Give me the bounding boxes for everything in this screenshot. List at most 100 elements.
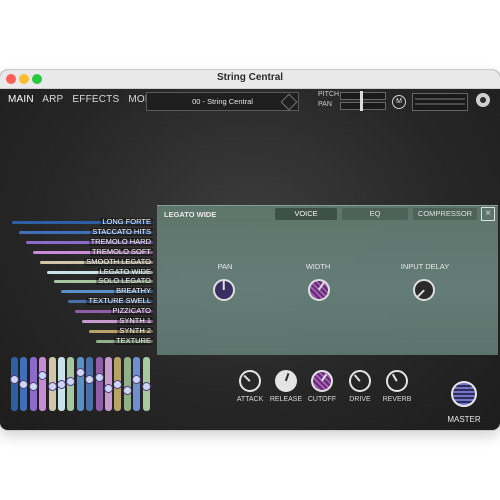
articulation-label: SYNTH 1: [117, 316, 153, 325]
articulation-item[interactable]: SYNTH 1: [82, 317, 153, 325]
reverb-knob[interactable]: [386, 370, 408, 392]
tab-effects[interactable]: EFFECTS: [72, 94, 119, 105]
articulation-fader[interactable]: [104, 357, 113, 411]
articulation-fader[interactable]: [94, 357, 104, 411]
attack-label: ATTACK: [236, 396, 264, 403]
fader-thumb[interactable]: [122, 386, 132, 395]
meter-bar-right: [415, 103, 465, 105]
articulation-fader[interactable]: [38, 357, 48, 411]
fader-thumb[interactable]: [19, 380, 29, 389]
output-meter: [412, 93, 468, 111]
tab-arp[interactable]: ARP: [42, 94, 63, 105]
reverb-knob-indicator: [392, 373, 398, 382]
close-icon[interactable]: ×: [481, 207, 495, 221]
preset-nav-icon[interactable]: [280, 93, 298, 111]
fader-thumb[interactable]: [132, 375, 142, 384]
articulation-item[interactable]: SMOOTH LEGATO: [40, 257, 153, 266]
articulation-fader[interactable]: [57, 357, 66, 411]
drive-knob[interactable]: [349, 370, 371, 392]
articulation-item[interactable]: LEGATO WIDE: [47, 266, 153, 276]
articulation-label: STACCATO HITS: [90, 226, 153, 236]
articulation-fader[interactable]: [28, 357, 38, 411]
articulation-fader[interactable]: [132, 357, 142, 411]
fader-thumb[interactable]: [38, 371, 48, 380]
app-window: String Central MAIN ARP EFFECTS MOD 00 -…: [0, 70, 500, 430]
pan-slider-thumb[interactable]: [360, 101, 363, 111]
fader-thumb[interactable]: [75, 368, 85, 377]
articulation-label: TREMOLO HARD: [88, 236, 153, 246]
articulation-fader[interactable]: [19, 357, 29, 411]
articulation-label: TEXTURE: [113, 335, 153, 345]
release-label: RELEASE: [269, 396, 303, 403]
pitch-label: PITCH: [318, 91, 339, 98]
attack-knob-indicator: [243, 374, 251, 382]
tab-eq[interactable]: EQ: [342, 208, 408, 220]
articulation-item[interactable]: STACCATO HITS: [19, 226, 153, 236]
articulation-item[interactable]: TREMOLO SOFT: [33, 246, 153, 256]
articulation-label: SOLO LEGATO: [96, 276, 153, 286]
fader-thumb[interactable]: [141, 382, 151, 391]
width-knob-label: WIDTH: [305, 262, 331, 271]
articulation-label: BREATHY: [114, 286, 153, 296]
articulation-fader[interactable]: [141, 357, 151, 411]
articulation-label: LONG FORTE: [100, 217, 153, 226]
input-delay-knob-label: INPUT DELAY: [400, 262, 450, 271]
tab-compressor[interactable]: COMPRESSOR: [413, 208, 477, 220]
articulation-item[interactable]: PIZZICATO: [75, 306, 153, 316]
fader-thumb[interactable]: [66, 377, 76, 386]
panel-title: LEGATO WIDE: [164, 210, 217, 219]
fader-thumb[interactable]: [28, 382, 38, 391]
release-knob-indicator: [285, 373, 290, 382]
pan-knob-indicator: [223, 281, 225, 290]
release-knob[interactable]: [275, 370, 297, 392]
pan-knob[interactable]: [213, 279, 235, 301]
articulation-fader[interactable]: [122, 357, 132, 411]
reverb-label: REVERB: [382, 396, 412, 403]
window-title: String Central: [216, 72, 284, 83]
fader-thumb[interactable]: [113, 380, 123, 389]
articulation-fader[interactable]: [113, 357, 123, 411]
articulation-item[interactable]: TREMOLO HARD: [26, 236, 153, 246]
preset-selector[interactable]: 00 - String Central: [146, 92, 299, 111]
preset-name: 00 - String Central: [192, 97, 253, 106]
fader-thumb[interactable]: [10, 375, 19, 384]
fader-thumb[interactable]: [47, 382, 57, 391]
articulation-item[interactable]: SOLO LEGATO: [54, 276, 153, 286]
tab-main[interactable]: MAIN: [8, 94, 34, 105]
articulation-item[interactable]: TEXTURE: [96, 335, 153, 345]
articulation-item[interactable]: LONG FORTE: [12, 218, 153, 226]
tab-voice[interactable]: VOICE: [275, 208, 337, 220]
pan-slider[interactable]: [340, 101, 386, 111]
gear-icon[interactable]: [476, 93, 490, 107]
title-bar: String Central: [0, 70, 500, 89]
articulation-fader[interactable]: [47, 357, 57, 411]
articulation-label: LEGATO WIDE: [97, 266, 153, 276]
articulation-label: SYNTH 2: [117, 325, 153, 335]
master-label: MASTER: [447, 415, 481, 424]
articulation-item[interactable]: SYNTH 2: [89, 325, 153, 335]
pitch-slider-thumb[interactable]: [360, 91, 363, 101]
articulation-fader[interactable]: [66, 357, 76, 411]
articulation-item[interactable]: TEXTURE SWELL: [68, 296, 153, 306]
pitch-slider[interactable]: [340, 91, 386, 101]
articulation-label: TEXTURE SWELL: [86, 296, 153, 306]
fader-thumb[interactable]: [85, 375, 95, 384]
attack-knob[interactable]: [239, 370, 261, 392]
articulation-fader[interactable]: [75, 357, 85, 411]
input-delay-knob[interactable]: [413, 279, 435, 301]
articulation-label: PIZZICATO: [110, 306, 153, 316]
articulation-fader[interactable]: [10, 357, 19, 411]
articulation-label: TREMOLO SOFT: [89, 246, 153, 256]
m-button[interactable]: M: [392, 95, 406, 109]
master-knob[interactable]: [451, 381, 477, 407]
cutoff-knob[interactable]: [311, 370, 333, 392]
pan-label: PAN: [318, 101, 332, 108]
plugin-content: MAIN ARP EFFECTS MOD 00 - String Central…: [0, 89, 500, 430]
fader-thumb[interactable]: [94, 373, 104, 382]
articulation-fader[interactable]: [85, 357, 95, 411]
articulation-item[interactable]: BREATHY: [61, 286, 153, 296]
width-knob[interactable]: [308, 279, 330, 301]
fader-thumb[interactable]: [57, 380, 66, 389]
fader-thumb[interactable]: [104, 384, 113, 393]
drive-label: DRIVE: [349, 396, 371, 403]
